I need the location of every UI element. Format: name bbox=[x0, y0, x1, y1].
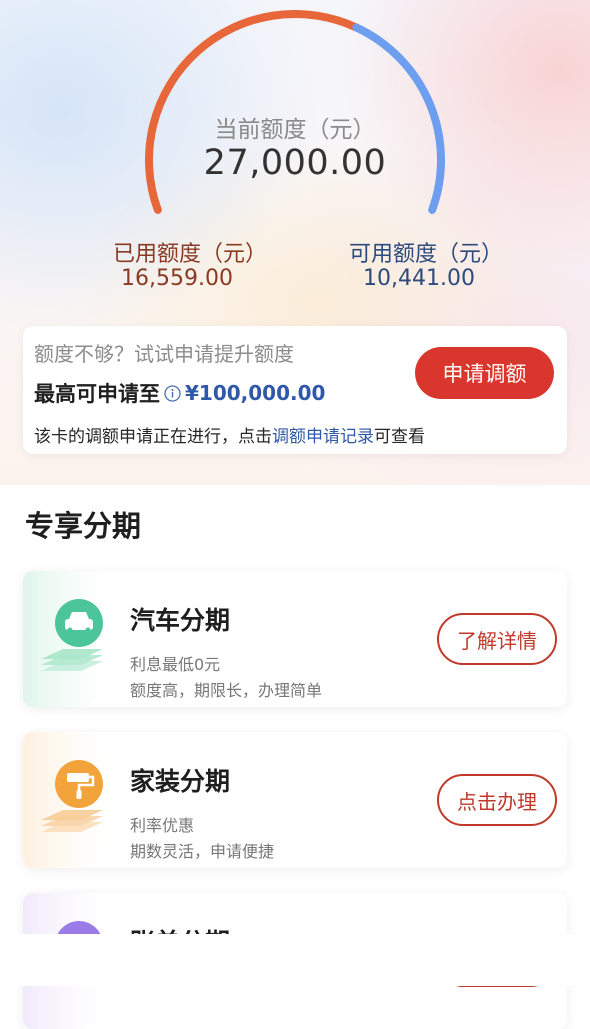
record-suffix: 可查看 bbox=[374, 427, 425, 447]
record-prefix: 该卡的调额申请正在进行，点击 bbox=[34, 427, 272, 447]
page-bottom-cutoff bbox=[0, 934, 590, 986]
max-limit-row: 最高可申请至 ¥100,000.00 bbox=[34, 378, 325, 408]
current-limit-amount: 27,000.00 bbox=[203, 143, 387, 183]
current-limit-label: 当前额度（元） bbox=[214, 117, 376, 143]
used-limit-value: 16,559.00 bbox=[121, 266, 233, 291]
available-limit-value: 10,441.00 bbox=[363, 266, 475, 291]
card-description: 期数灵活，申请便捷 bbox=[130, 842, 275, 861]
adjust-record-notice: 该卡的调额申请正在进行，点击调额申请记录可查看 bbox=[34, 422, 425, 447]
card-subtitle: 利率优惠 bbox=[130, 816, 195, 835]
info-icon[interactable] bbox=[164, 384, 181, 402]
card-subtitle: 利息最低0元 bbox=[130, 655, 221, 674]
used-limit-label: 已用额度（元） bbox=[113, 242, 268, 267]
card-description: 额度高，期限长，办理简单 bbox=[130, 681, 323, 700]
paint-roller-icon bbox=[31, 754, 125, 850]
home-decoration-installment-card[interactable]: 家装分期 利率优惠 期数灵活，申请便捷 点击办理 bbox=[23, 732, 567, 868]
max-limit-label: 最高可申请至 bbox=[34, 382, 160, 406]
learn-more-button[interactable]: 了解详情 bbox=[437, 613, 557, 665]
section-title: 专享分期 bbox=[25, 509, 142, 543]
upgrade-hint: 额度不够？试试申请提升额度 bbox=[34, 342, 294, 366]
car-installment-card[interactable]: 汽车分期 利息最低0元 额度高，期限长，办理简单 了解详情 bbox=[23, 571, 567, 707]
available-limit-label: 可用额度（元） bbox=[349, 242, 504, 267]
limit-upgrade-card: 额度不够？试试申请提升额度 最高可申请至 ¥100,000.00 申请调额 该卡… bbox=[23, 326, 567, 454]
card-title: 家装分期 bbox=[130, 767, 231, 796]
card-title: 汽车分期 bbox=[130, 606, 231, 635]
apply-now-button[interactable]: 点击办理 bbox=[437, 774, 557, 826]
car-icon bbox=[31, 593, 125, 689]
apply-adjust-button[interactable]: 申请调额 bbox=[415, 347, 554, 399]
max-limit-value: ¥100,000.00 bbox=[185, 381, 326, 405]
adjust-record-link[interactable]: 调额申请记录 bbox=[272, 427, 374, 447]
